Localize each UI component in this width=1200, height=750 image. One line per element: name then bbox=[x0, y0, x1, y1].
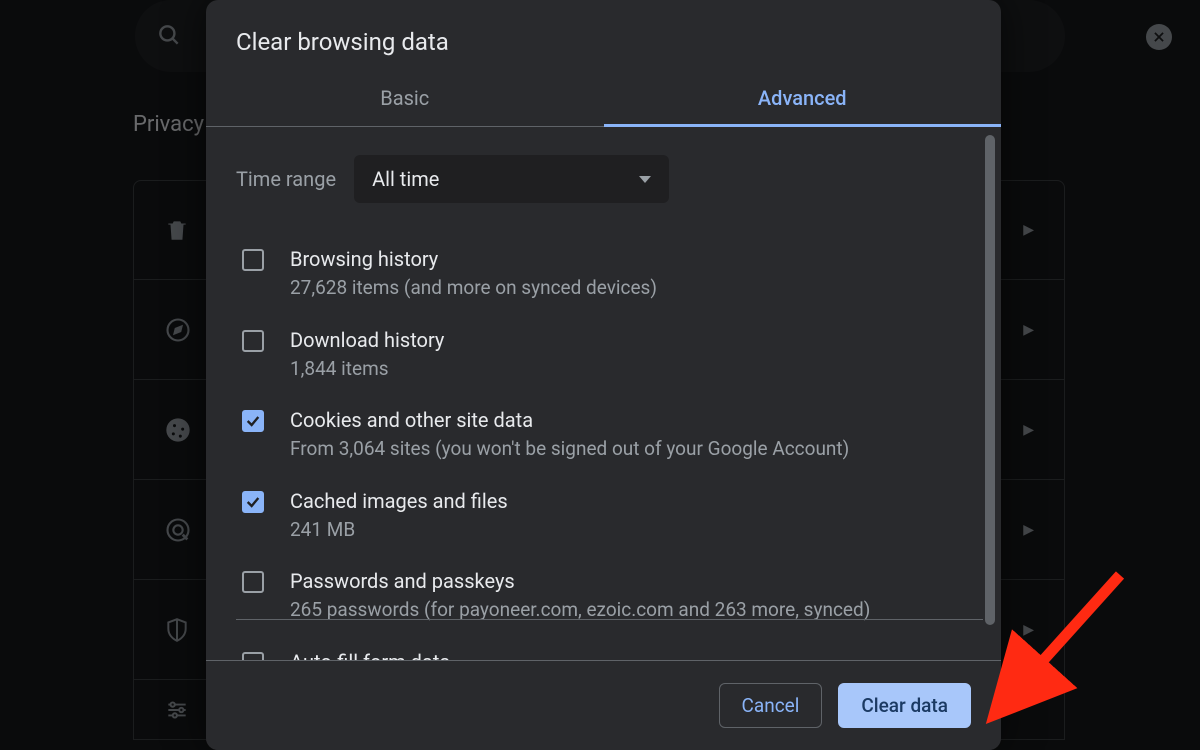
time-range-select[interactable]: All time bbox=[354, 155, 669, 203]
chevron-right-icon: ▶ bbox=[1023, 522, 1034, 538]
close-icon[interactable] bbox=[1146, 24, 1172, 50]
item-subtitle: From 3,064 sites (you won't be signed ou… bbox=[290, 435, 849, 463]
chevron-right-icon: ▶ bbox=[1023, 222, 1034, 238]
checkbox[interactable] bbox=[242, 491, 264, 513]
target-icon bbox=[164, 516, 192, 544]
cancel-button[interactable]: Cancel bbox=[719, 683, 823, 728]
item-title: Passwords and passkeys bbox=[290, 567, 870, 596]
checkbox[interactable] bbox=[242, 410, 264, 432]
search-icon bbox=[156, 22, 182, 52]
item-title: Cookies and other site data bbox=[290, 406, 849, 435]
chevron-right-icon: ▶ bbox=[1023, 322, 1034, 338]
item-subtitle: 1,844 items bbox=[290, 355, 444, 383]
data-type-item: Download history1,844 items bbox=[236, 314, 971, 395]
item-title: Cached images and files bbox=[290, 487, 508, 516]
data-type-item: Cached images and files241 MB bbox=[236, 475, 971, 556]
item-title: Browsing history bbox=[290, 245, 657, 274]
tab-advanced[interactable]: Advanced bbox=[604, 78, 1002, 127]
item-title: Download history bbox=[290, 326, 444, 355]
dialog-title: Clear browsing data bbox=[206, 0, 1001, 78]
trash-icon bbox=[164, 217, 190, 243]
chevron-right-icon: ▶ bbox=[1023, 422, 1034, 438]
body-bottom-divider bbox=[236, 619, 983, 620]
checkbox[interactable] bbox=[242, 571, 264, 593]
checkbox[interactable] bbox=[242, 249, 264, 271]
time-range-row: Time range All time bbox=[236, 155, 971, 203]
sliders-icon bbox=[164, 697, 190, 723]
dialog-tabs: Basic Advanced bbox=[206, 78, 1001, 127]
data-type-item: Passwords and passkeys265 passwords (for… bbox=[236, 555, 971, 636]
cookie-icon bbox=[164, 416, 192, 444]
item-title: Auto-fill form data bbox=[290, 648, 450, 660]
item-subtitle: 241 MB bbox=[290, 516, 508, 544]
time-range-label: Time range bbox=[236, 167, 336, 191]
data-type-item: Browsing history27,628 items (and more o… bbox=[236, 233, 971, 314]
data-type-item: Cookies and other site dataFrom 3,064 si… bbox=[236, 394, 971, 475]
page-title: Privacy bbox=[133, 112, 204, 137]
tab-basic[interactable]: Basic bbox=[206, 78, 604, 126]
checkbox[interactable] bbox=[242, 652, 264, 660]
chevron-down-icon bbox=[639, 176, 651, 183]
time-range-value: All time bbox=[372, 167, 439, 191]
compass-icon bbox=[164, 316, 192, 344]
dialog-footer: Cancel Clear data bbox=[206, 660, 1001, 750]
checkbox[interactable] bbox=[242, 330, 264, 352]
clear-data-button[interactable]: Clear data bbox=[838, 683, 971, 728]
clear-browsing-data-dialog: Clear browsing data Basic Advanced Time … bbox=[206, 0, 1001, 750]
dialog-body: Time range All time Browsing history27,6… bbox=[206, 127, 1001, 660]
shield-icon bbox=[164, 617, 190, 643]
chevron-right-icon: ▶ bbox=[1023, 622, 1034, 638]
scrollbar[interactable] bbox=[985, 135, 995, 625]
data-type-list: Browsing history27,628 items (and more o… bbox=[236, 233, 971, 660]
data-type-item: Auto-fill form data bbox=[236, 636, 971, 660]
item-subtitle: 27,628 items (and more on synced devices… bbox=[290, 274, 657, 302]
